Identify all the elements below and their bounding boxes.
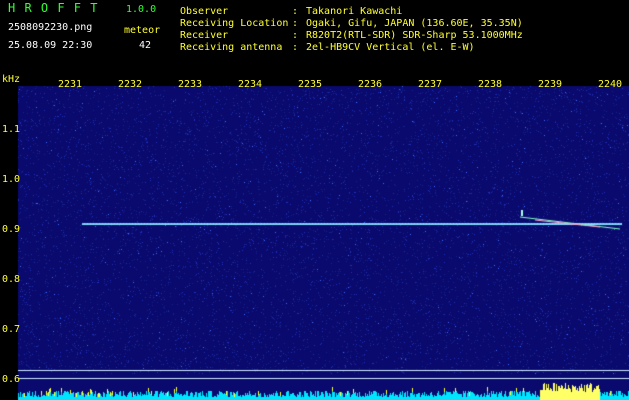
time-tick: 2235 [298, 79, 323, 90]
time-tick: 2234 [238, 79, 263, 90]
receiver-label: Receiver [180, 30, 229, 41]
time-tick: 2238 [478, 79, 503, 90]
unit-label: kHz [2, 74, 21, 85]
receiver-sep: : [292, 30, 299, 41]
freq-tick: 1.1 [2, 124, 21, 135]
hrofft-window: H R O F F T 1.0.0 2508092230.png meteor … [0, 0, 629, 400]
meteor-count: 42 [139, 40, 152, 51]
time-tick: 2239 [538, 79, 563, 90]
time-tick: 2237 [418, 79, 443, 90]
observer-sep: : [292, 6, 299, 17]
time-tick: 2233 [178, 79, 203, 90]
app-version: 1.0.0 [126, 4, 157, 15]
freq-tick: 0.8 [2, 274, 21, 285]
antenna-sep: : [292, 42, 299, 53]
time-tick: 2236 [358, 79, 383, 90]
capture-datetime: 25.08.09 22:30 [8, 40, 93, 51]
freq-tick: 1.0 [2, 174, 21, 185]
time-tick: 2232 [118, 79, 143, 90]
observer-label: Observer [180, 6, 229, 17]
image-filename: 2508092230.png [8, 22, 93, 33]
freq-tick: 0.7 [2, 324, 21, 335]
antenna-label: Receiving antenna [180, 42, 283, 53]
antenna-value: 2el-HB9CV Vertical (el. E-W) [306, 42, 475, 53]
location-sep: : [292, 18, 299, 29]
time-tick: 2231 [58, 79, 83, 90]
time-tick: 2240 [598, 79, 623, 90]
observer-value: Takanori Kawachi [306, 6, 403, 17]
app-name: H R O F F T [8, 1, 99, 15]
spectrogram-canvas [0, 72, 629, 400]
mode-label: meteor [124, 25, 161, 36]
freq-tick: 0.6 [2, 374, 21, 385]
receiver-value: R820T2(RTL-SDR) SDR-Sharp 53.1000MHz [306, 30, 523, 41]
location-value: Ogaki, Gifu, JAPAN (136.60E, 35.35N) [306, 18, 523, 29]
location-label: Receiving Location [180, 18, 289, 29]
freq-tick: 0.9 [2, 224, 21, 235]
